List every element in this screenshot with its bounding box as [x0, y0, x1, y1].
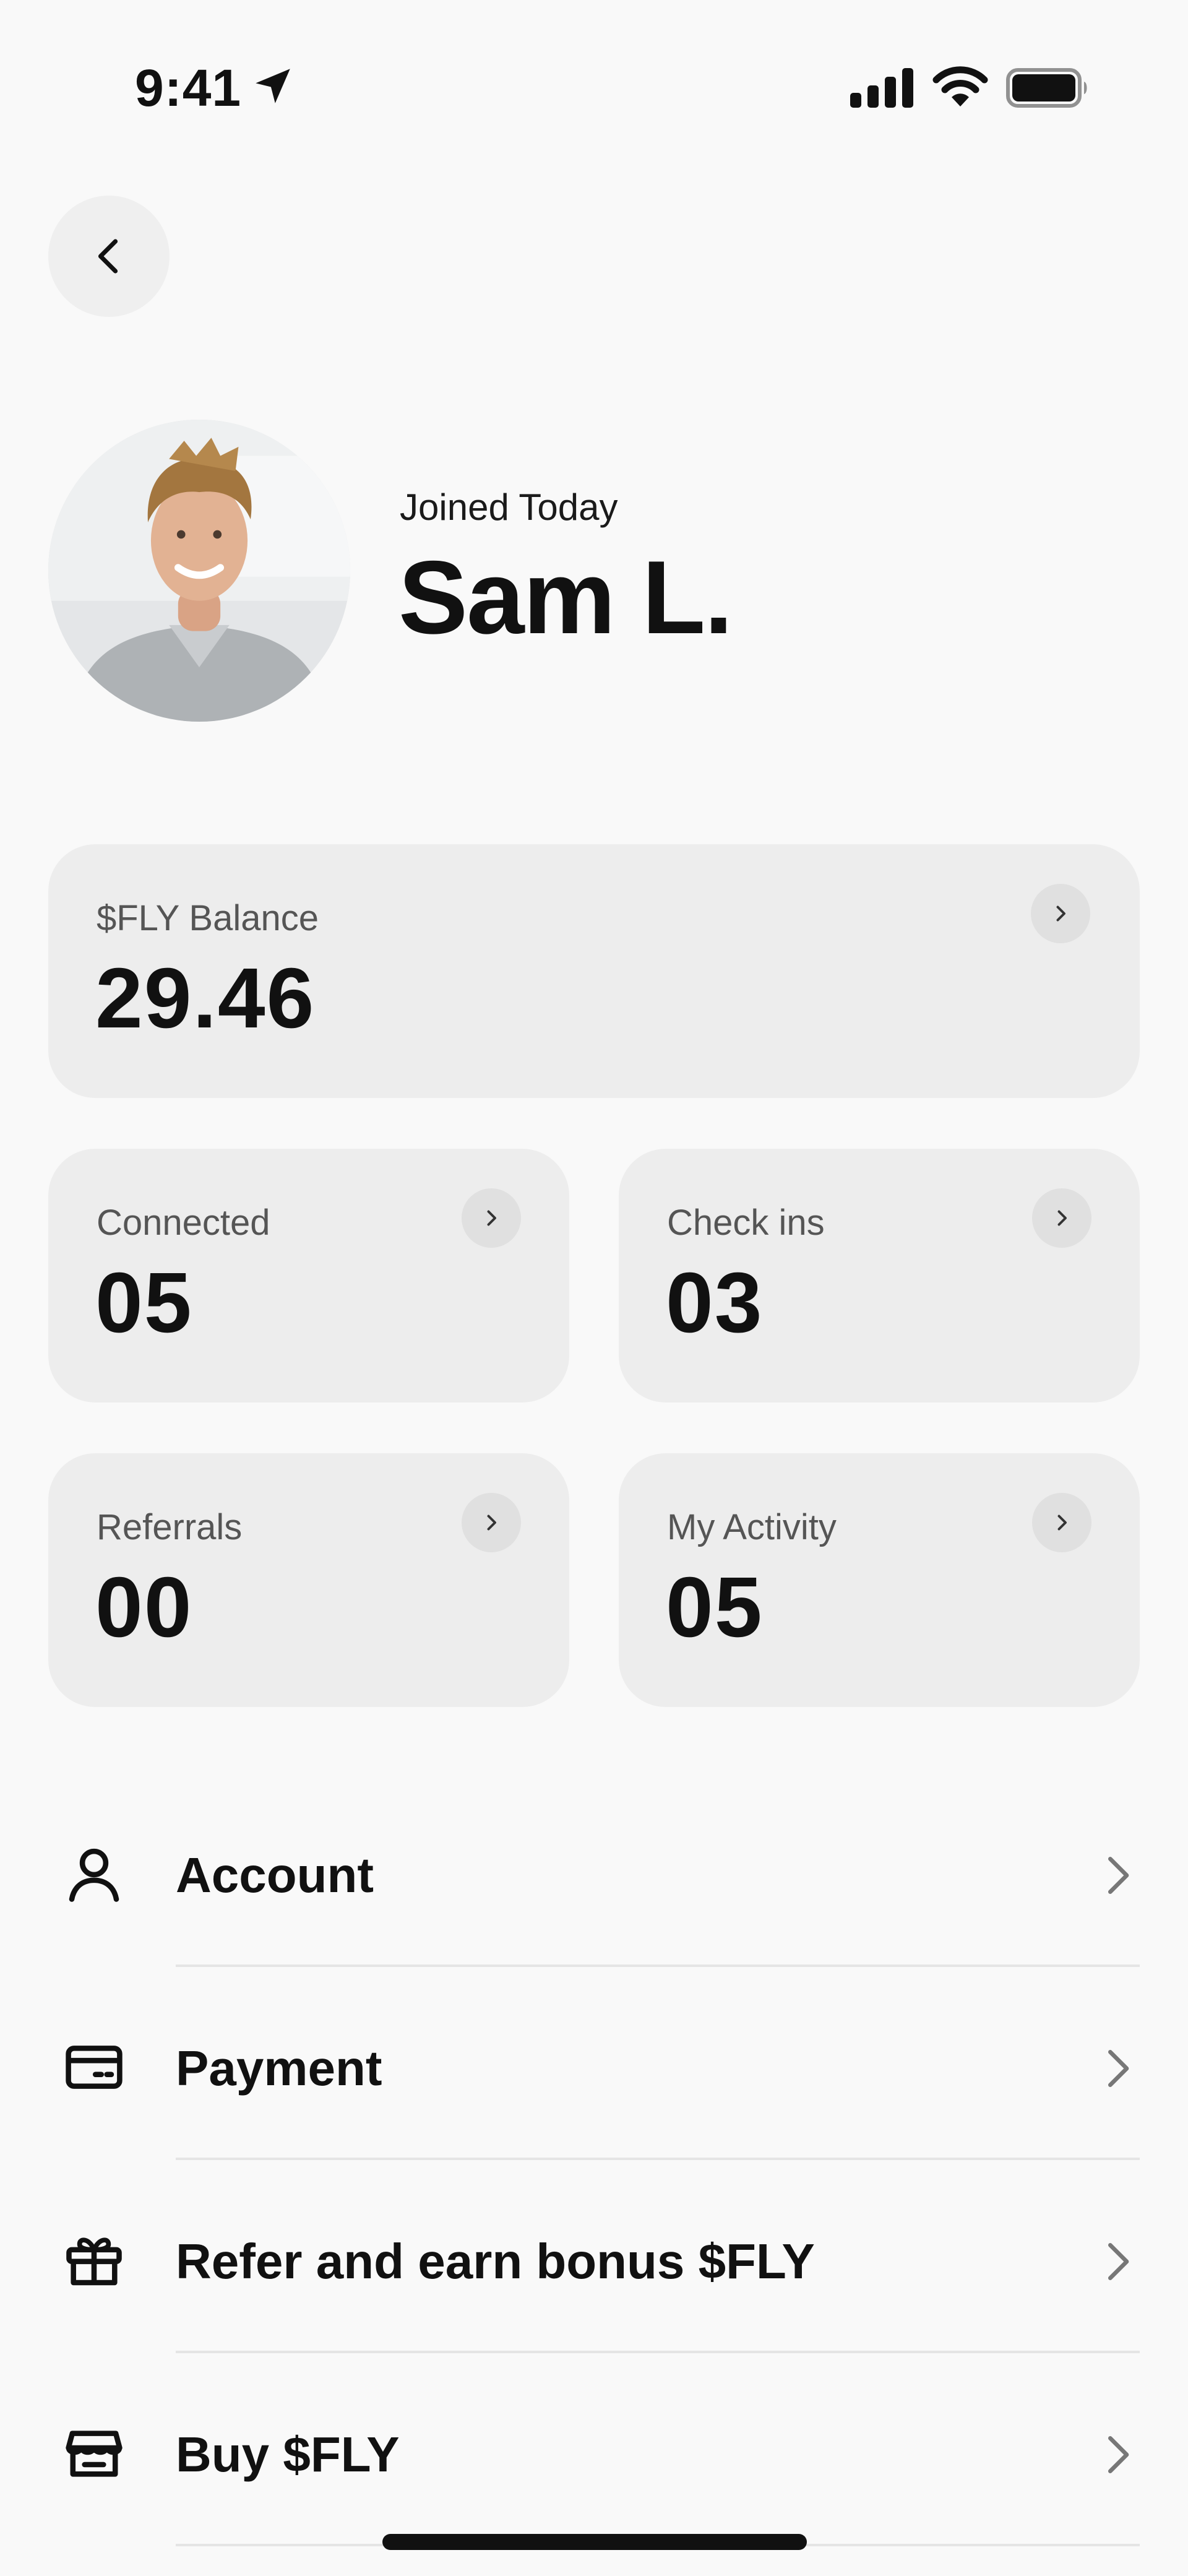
home-indicator[interactable] [382, 2534, 807, 2550]
chevron-right-icon [1056, 905, 1065, 922]
balance-value: 29.46 [95, 951, 316, 1046]
my-activity-label: My Activity [667, 1507, 837, 1547]
cellular-signal-icon [850, 68, 913, 108]
gift-icon [61, 2227, 127, 2294]
back-button[interactable] [48, 196, 170, 317]
connected-card[interactable]: Connected 05 [48, 1149, 569, 1403]
referrals-value: 00 [95, 1560, 193, 1655]
referrals-label: Referrals [97, 1507, 243, 1547]
user-name: Sam L. [398, 539, 733, 655]
profile-screen: 9:41 Joined Today Sam L. $FLY Balance 29… [0, 0, 1188, 2576]
referrals-chevron-button[interactable] [462, 1493, 521, 1552]
joined-date: Joined Today [400, 486, 618, 528]
location-arrow-icon [256, 69, 290, 103]
chevron-right-icon [1057, 1515, 1067, 1531]
my-activity-card[interactable]: My Activity 05 [619, 1453, 1140, 1707]
menu-item-buy[interactable]: Buy $FLY [48, 2353, 1140, 2546]
my-activity-value: 05 [666, 1560, 764, 1655]
balance-card[interactable]: $FLY Balance 29.46 [48, 844, 1140, 1098]
chevron-right-icon [1093, 2430, 1142, 2479]
menu-item-account[interactable]: Account [48, 1774, 1140, 1967]
my-activity-chevron-button[interactable] [1032, 1493, 1091, 1552]
status-time: 9:41 [135, 59, 242, 117]
battery-icon [1006, 68, 1087, 108]
wifi-icon [932, 66, 988, 106]
store-icon [61, 2420, 127, 2487]
check-ins-chevron-button[interactable] [1032, 1188, 1091, 1248]
chevron-right-icon [487, 1515, 496, 1531]
avatar [48, 420, 350, 722]
connected-chevron-button[interactable] [462, 1188, 521, 1248]
user-avatar-photo [48, 420, 350, 722]
menu-item-label: Account [176, 1848, 374, 1903]
balance-label: $FLY Balance [97, 898, 319, 938]
connected-label: Connected [97, 1203, 270, 1243]
chevron-right-icon [1093, 2237, 1142, 2286]
menu-item-payment[interactable]: Payment [48, 1967, 1140, 2160]
menu-item-label: Buy $FLY [176, 2427, 400, 2482]
check-ins-label: Check ins [667, 1203, 825, 1243]
menu-item-refer[interactable]: Refer and earn bonus $FLY [48, 2160, 1140, 2353]
connected-value: 05 [95, 1255, 193, 1351]
chevron-left-icon [98, 239, 118, 274]
chevron-right-icon [1093, 1851, 1142, 1900]
balance-chevron-button[interactable] [1031, 884, 1090, 943]
chevron-right-icon [1093, 2044, 1142, 2093]
check-ins-card[interactable]: Check ins 03 [619, 1149, 1140, 1403]
check-ins-value: 03 [666, 1255, 764, 1351]
menu-item-label: Payment [176, 2041, 382, 2096]
menu-item-label: Refer and earn bonus $FLY [176, 2234, 815, 2289]
chevron-right-icon [487, 1210, 496, 1226]
credit-card-icon [61, 2034, 127, 2101]
chevron-right-icon [1057, 1210, 1067, 1226]
user-icon [61, 1841, 127, 1908]
referrals-card[interactable]: Referrals 00 [48, 1453, 569, 1707]
